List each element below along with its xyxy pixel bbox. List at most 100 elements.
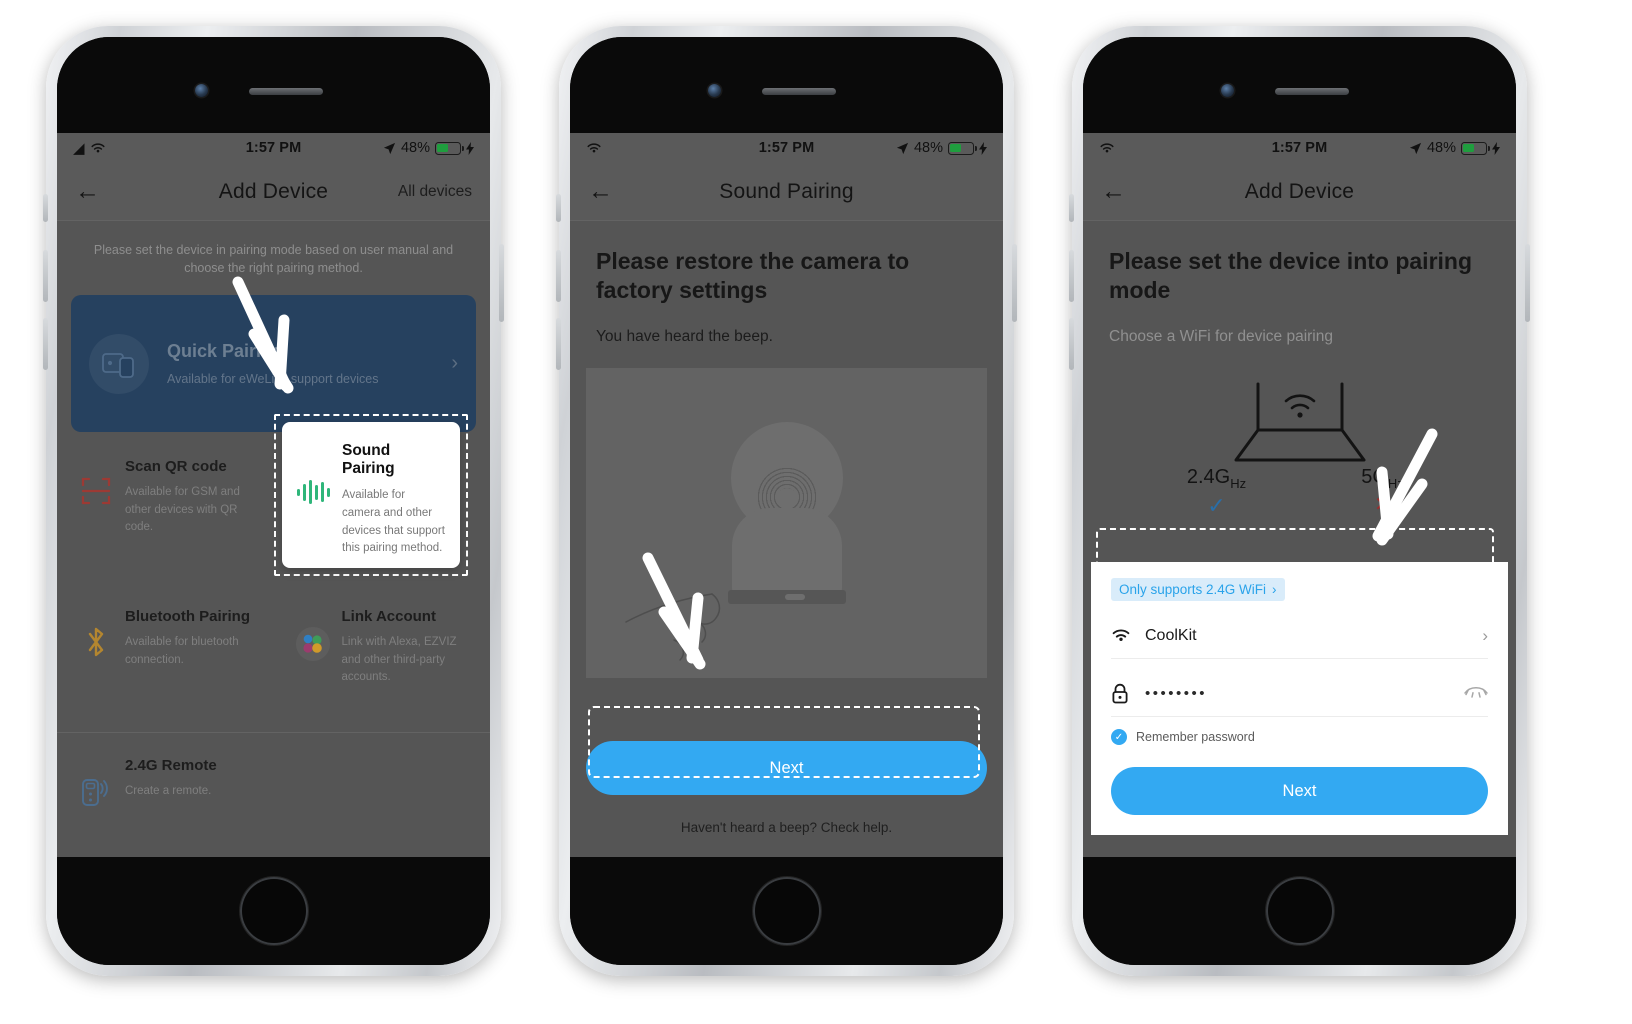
- option-desc: Create a remote.: [125, 785, 212, 798]
- power-button[interactable]: [499, 244, 504, 322]
- power-button[interactable]: [1012, 244, 1017, 322]
- earpiece-speaker: [249, 88, 323, 95]
- check-icon: ✓: [1207, 492, 1226, 518]
- phone-bottom-bezel-1: [57, 857, 490, 965]
- status-bar-2: 1:57 PM 48%: [570, 133, 1003, 163]
- router-illustration: 2.4GHz ✓ 5GHz ✕: [1083, 380, 1516, 530]
- freq-24g-value: 2.4G: [1186, 465, 1231, 488]
- bolt-icon: [979, 141, 987, 155]
- battery-percent-3: 48%: [1426, 140, 1456, 156]
- freq-5g: 5GHz ✕: [1328, 466, 1438, 517]
- freq-5g-unit: Hz: [1387, 475, 1404, 491]
- quick-pairing-subtitle: Available for eWeLink support devices: [167, 372, 379, 387]
- pairing-hint-text: Please set the device in pairing mode ba…: [93, 243, 454, 276]
- eye-off-icon[interactable]: [1464, 684, 1488, 703]
- quick-pairing-text: Quick Pairing Available for eWeLink supp…: [167, 341, 378, 386]
- freq-5g-value: 5G: [1361, 465, 1388, 488]
- option-title: Link Account: [341, 608, 436, 626]
- reset-port: [784, 593, 805, 600]
- option-link-account[interactable]: Link Account Link with Alexa, EZVIZ and …: [274, 582, 491, 732]
- home-button[interactable]: [239, 877, 308, 945]
- phone-mockup-3: 1:57 PM 48% ← Add Device Please set the …: [1069, 26, 1530, 976]
- mute-switch[interactable]: [556, 194, 561, 222]
- quick-pairing-title: Quick Pairing: [167, 341, 284, 362]
- earpiece-speaker: [762, 88, 836, 95]
- next-button-3[interactable]: Next: [1111, 767, 1488, 815]
- volume-down-button[interactable]: [556, 318, 561, 370]
- power-button[interactable]: [1525, 244, 1530, 322]
- mute-switch[interactable]: [1069, 194, 1074, 222]
- page-title-2: Sound Pairing: [719, 179, 854, 203]
- volume-up-button[interactable]: [556, 250, 561, 302]
- chevron-right-icon[interactable]: ›: [1482, 626, 1488, 646]
- option-title: Scan QR code: [125, 458, 227, 476]
- freq-5g-label: 5GHz: [1328, 466, 1438, 491]
- phone-bottom-bezel-2: [570, 857, 1003, 965]
- status-right-2: 48%: [896, 140, 987, 156]
- volume-up-button[interactable]: [43, 250, 48, 302]
- nav-bar-1: ← Add Device All devices: [57, 163, 490, 221]
- status-right-3: 48%: [1409, 140, 1500, 156]
- option-desc: Link with Alexa, EZVIZ and other third-p…: [341, 636, 457, 683]
- option-link-account-body: Link Account Link with Alexa, EZVIZ and …: [336, 608, 479, 732]
- next-button-wrapper-3: Next: [1111, 767, 1488, 815]
- battery-icon-3: [1461, 141, 1491, 155]
- home-button[interactable]: [752, 877, 821, 945]
- sound-pairing-desc: Available for camera and other devices t…: [342, 489, 445, 555]
- camera-reset-illustration: [586, 367, 987, 678]
- option-24g-remote-body: 2.4G Remote Create a remote.: [119, 757, 217, 853]
- quick-pairing-card[interactable]: Quick Pairing Available for eWeLink supp…: [71, 295, 476, 433]
- option-24g-remote[interactable]: 2.4G Remote Create a remote.: [57, 733, 490, 853]
- bolt-icon: [1492, 141, 1500, 155]
- status-right-1: 48%: [383, 140, 474, 156]
- mute-switch[interactable]: [43, 194, 48, 222]
- phone-top-bezel-2: [570, 37, 1003, 133]
- devices-pair-icon: [89, 333, 149, 394]
- hand-pointing-icon: [625, 593, 721, 661]
- earpiece-speaker: [1275, 88, 1349, 95]
- option-bluetooth-pairing[interactable]: Bluetooth Pairing Available for bluetoot…: [57, 582, 274, 732]
- qr-scan-icon: [73, 458, 119, 582]
- beep-subtext: You have heard the beep.: [596, 327, 773, 345]
- volume-down-button[interactable]: [43, 318, 48, 370]
- status-bar-3: 1:57 PM 48%: [1083, 133, 1516, 163]
- remote-control-icon: [73, 757, 119, 853]
- volume-up-button[interactable]: [1069, 250, 1074, 302]
- sound-pairing-popup-body: Sound Pairing Available for camera and o…: [336, 438, 446, 568]
- phone-top-bezel-1: [57, 37, 490, 133]
- bolt-icon: [466, 141, 474, 155]
- link-account-icon: [290, 608, 336, 732]
- option-scan-qr[interactable]: Scan QR code Available for GSM and other…: [57, 432, 274, 582]
- camera-lens: [776, 487, 797, 508]
- sound-pairing-title: Sound Pairing: [342, 442, 395, 477]
- option-desc: Available for GSM and other devices with…: [125, 486, 240, 533]
- front-camera-icon: [708, 84, 721, 97]
- freq-24g-unit: Hz: [1230, 475, 1247, 491]
- home-button[interactable]: [1265, 877, 1334, 945]
- location-arrow-icon: [1409, 142, 1422, 154]
- option-scan-qr-body: Scan QR code Available for GSM and other…: [119, 458, 262, 582]
- freq-24g-label: 2.4GHz: [1162, 466, 1272, 491]
- wifi-router-icon: [1234, 382, 1365, 462]
- phone-mockup-2: 1:57 PM 48% ← Sound Pairing Please resto…: [556, 26, 1017, 976]
- nav-bar-3: ← Add Device: [1083, 163, 1516, 221]
- phone-bottom-bezel-3: [1083, 857, 1516, 965]
- password-row[interactable]: ••••••••: [1111, 671, 1488, 717]
- freq-24g: 2.4GHz ✓: [1162, 466, 1272, 517]
- password-value: ••••••••: [1145, 685, 1208, 702]
- sound-pairing-popup-card[interactable]: Sound Pairing Available for camera and o…: [282, 422, 460, 568]
- nav-bar-2: ← Sound Pairing: [570, 163, 1003, 221]
- sound-wave-icon: [294, 438, 336, 568]
- check-help-link[interactable]: Haven't heard a beep? Check help.: [570, 820, 1003, 835]
- volume-down-button[interactable]: [1069, 318, 1074, 370]
- only-24g-badge[interactable]: Only supports 2.4G WiFi ›: [1111, 578, 1285, 601]
- page-title-3: Add Device: [1244, 179, 1355, 203]
- screenshot-stage: ◢ 1:57 PM 48% ← Add Device All devices P…: [0, 0, 1632, 1024]
- next-button-highlight-frame-2: [588, 706, 980, 778]
- ssid-row[interactable]: CoolKit ›: [1111, 613, 1488, 659]
- location-arrow-icon: [896, 142, 909, 154]
- chevron-right-icon: ›: [451, 352, 458, 375]
- all-devices-button[interactable]: All devices: [398, 183, 472, 201]
- remember-password-toggle[interactable]: ✓ Remember password: [1111, 729, 1488, 745]
- chevron-right-icon: ›: [1272, 582, 1277, 597]
